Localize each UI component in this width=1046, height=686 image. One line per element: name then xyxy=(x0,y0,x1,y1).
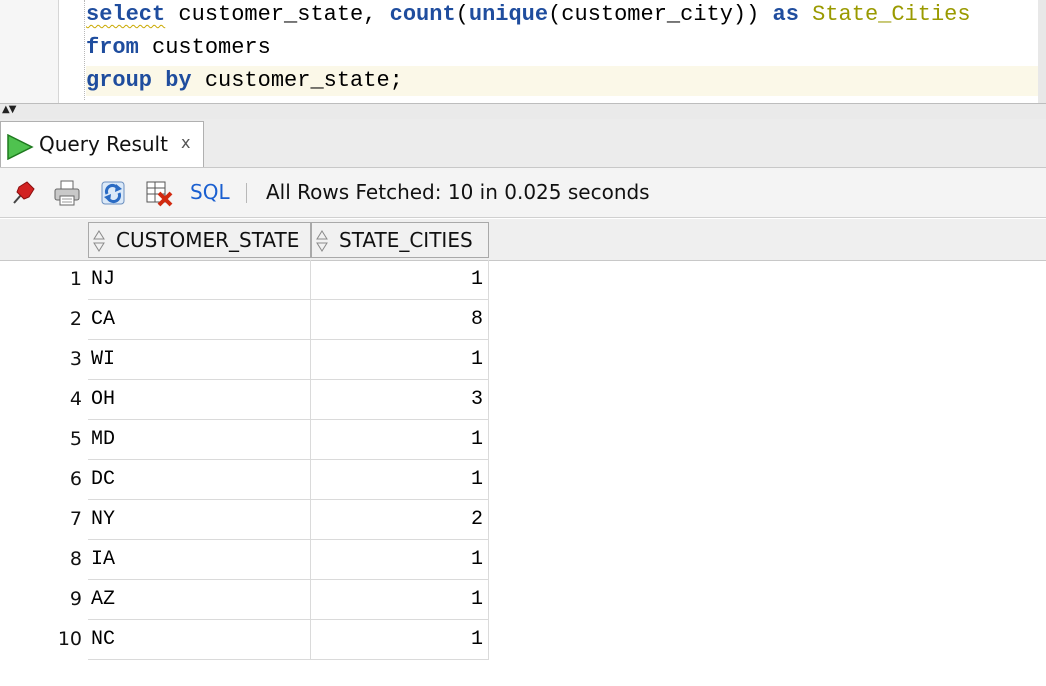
results-tab-strip: Query Result x xyxy=(0,119,1046,168)
keyword-count: count xyxy=(389,2,456,27)
cell-customer-state[interactable]: NY xyxy=(88,500,311,540)
code-text: customer_state, xyxy=(165,2,390,27)
cell-state-cities[interactable]: 1 xyxy=(311,620,489,660)
cell-customer-state[interactable]: NC xyxy=(88,620,311,660)
keyword-as: as xyxy=(772,2,799,27)
cell-customer-state[interactable]: CA xyxy=(88,300,311,340)
code-text: (customer_city)) xyxy=(548,2,773,27)
cell-customer-state[interactable]: WI xyxy=(88,340,311,380)
column-header-label: STATE_CITIES xyxy=(339,228,473,252)
keyword-from: from xyxy=(86,35,139,60)
cell-state-cities[interactable]: 1 xyxy=(311,340,489,380)
editor-scrollbar[interactable] xyxy=(1038,0,1046,103)
results-toolbar: SQL All Rows Fetched: 10 in 0.025 second… xyxy=(0,168,1046,218)
cell-state-cities[interactable]: 1 xyxy=(311,580,489,620)
row-number: 7 xyxy=(69,508,82,530)
splitter-arrows-icon[interactable]: ▲▼ xyxy=(2,105,16,115)
cell-customer-state[interactable]: AZ xyxy=(88,580,311,620)
sort-icon xyxy=(93,230,105,252)
row-number: 5 xyxy=(69,428,82,450)
tab-close-icon[interactable]: x xyxy=(181,133,190,152)
tab-query-result[interactable]: Query Result x xyxy=(0,121,204,167)
cell-state-cities[interactable]: 1 xyxy=(311,540,489,580)
code-text: customers xyxy=(138,35,271,60)
cell-state-cities[interactable]: 3 xyxy=(311,380,489,420)
tab-label: Query Result xyxy=(39,132,168,156)
column-alias: State_Cities xyxy=(812,2,971,27)
sql-editor[interactable]: select customer_state, count(unique(cust… xyxy=(0,0,1046,103)
sql-link[interactable]: SQL xyxy=(190,180,230,204)
sort-icon xyxy=(316,230,328,252)
run-triangle-icon xyxy=(7,134,34,160)
cell-state-cities[interactable]: 8 xyxy=(311,300,489,340)
row-number: 8 xyxy=(69,548,82,570)
keyword-unique: unique xyxy=(468,2,549,27)
row-number: 4 xyxy=(69,388,82,410)
column-header-customer-state[interactable]: CUSTOMER_STATE xyxy=(88,222,311,258)
cell-customer-state[interactable]: IA xyxy=(88,540,311,580)
refresh-icon[interactable] xyxy=(98,178,128,208)
cell-customer-state[interactable]: OH xyxy=(88,380,311,420)
table-row[interactable]: 6 DC 1 xyxy=(0,460,490,500)
table-row[interactable]: 5 MD 1 xyxy=(0,420,490,460)
table-row[interactable]: 10 NC 1 xyxy=(0,620,490,660)
table-row[interactable]: 1 NJ 1 xyxy=(0,260,490,300)
editor-gutter xyxy=(0,0,59,103)
table-row[interactable]: 7 NY 2 xyxy=(0,500,490,540)
row-number: 2 xyxy=(69,308,82,330)
clear-icon[interactable] xyxy=(144,178,174,208)
code-line-3-current[interactable]: group by customer_state; xyxy=(86,66,1038,96)
cell-customer-state[interactable]: MD xyxy=(88,420,311,460)
row-number: 3 xyxy=(69,348,82,370)
row-number: 6 xyxy=(69,468,82,490)
cell-customer-state[interactable]: DC xyxy=(88,460,311,500)
table-row[interactable]: 9 AZ 1 xyxy=(0,580,490,620)
grid-header: CUSTOMER_STATE STATE_CITIES xyxy=(0,219,1046,261)
code-text: customer_state; xyxy=(191,68,403,93)
results-grid[interactable]: CUSTOMER_STATE STATE_CITIES 1 NJ 1 2 CA … xyxy=(0,219,1046,686)
row-number: 9 xyxy=(69,588,82,610)
column-header-label: CUSTOMER_STATE xyxy=(116,228,300,252)
column-header-state-cities[interactable]: STATE_CITIES xyxy=(311,222,489,258)
fetch-status: All Rows Fetched: 10 in 0.025 seconds xyxy=(266,180,650,204)
table-row[interactable]: 8 IA 1 xyxy=(0,540,490,580)
print-icon[interactable] xyxy=(52,178,82,208)
cell-state-cities[interactable]: 1 xyxy=(311,260,489,300)
cell-customer-state[interactable]: NJ xyxy=(88,260,311,300)
pin-icon[interactable] xyxy=(8,178,38,208)
cell-state-cities[interactable]: 2 xyxy=(311,500,489,540)
toolbar-separator xyxy=(246,183,247,203)
table-row[interactable]: 2 CA 8 xyxy=(0,300,490,340)
row-number: 1 xyxy=(69,268,82,290)
code-line-2[interactable]: from customers xyxy=(86,33,271,63)
code-line-1[interactable]: select customer_state, count(unique(cust… xyxy=(86,0,971,30)
table-row[interactable]: 3 WI 1 xyxy=(0,340,490,380)
code-text: ( xyxy=(455,2,469,27)
cell-state-cities[interactable]: 1 xyxy=(311,420,489,460)
keyword-group-by: group by xyxy=(86,68,192,93)
keyword-select: select xyxy=(86,2,166,27)
table-row[interactable]: 4 OH 3 xyxy=(0,380,490,420)
row-number: 10 xyxy=(57,628,82,650)
cell-state-cities[interactable]: 1 xyxy=(311,460,489,500)
editor-margin-line xyxy=(84,0,85,100)
